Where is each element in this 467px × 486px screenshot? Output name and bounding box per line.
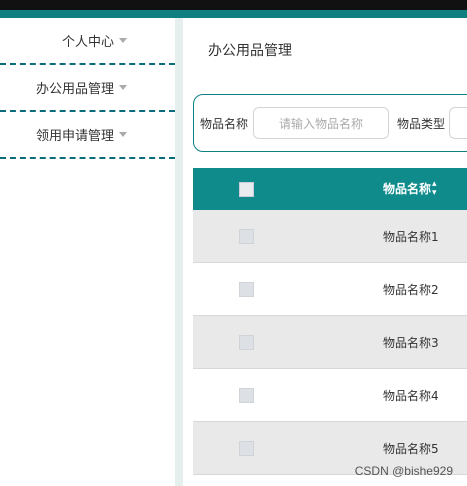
items-table: 物品名称▴ ▾ 物品名称1 物品名称2 物品名称3 物品名称4 物品名称5 xyxy=(193,168,467,475)
column-header-name[interactable]: 物品名称▴ ▾ xyxy=(299,180,467,199)
type-select[interactable] xyxy=(449,107,467,139)
column-header-label: 物品名称 xyxy=(383,181,432,196)
header-checkbox-cell xyxy=(193,181,299,197)
sidebar-item-office-supplies[interactable]: 办公用品管理 xyxy=(0,65,175,112)
item-name-cell: 物品名称5 xyxy=(383,441,439,456)
chevron-down-icon xyxy=(119,132,127,137)
row-checkbox[interactable] xyxy=(238,228,254,244)
sidebar: 个人中心 办公用品管理 领用申请管理 xyxy=(0,18,175,486)
sidebar-divider xyxy=(175,18,183,486)
sidebar-item-personal-center[interactable]: 个人中心 xyxy=(0,18,175,65)
watermark: CSDN @bishe929 xyxy=(354,464,453,478)
item-name-cell: 物品名称2 xyxy=(383,282,439,297)
row-checkbox[interactable] xyxy=(238,387,254,403)
sidebar-item-requisition[interactable]: 领用申请管理 xyxy=(0,112,175,159)
row-checkbox[interactable] xyxy=(238,440,254,456)
name-search-input[interactable]: 请输入物品名称 xyxy=(253,107,390,139)
sidebar-item-label: 办公用品管理 xyxy=(35,82,114,97)
table-row: 物品名称2 xyxy=(193,263,467,316)
item-name-cell: 物品名称3 xyxy=(383,335,439,350)
table-row: 物品名称4 xyxy=(193,369,467,422)
select-all-checkbox[interactable] xyxy=(238,181,254,197)
top-accent-bar xyxy=(0,10,467,18)
item-name-cell: 物品名称4 xyxy=(383,388,439,403)
chevron-down-icon xyxy=(119,85,127,90)
table-row: 物品名称1 xyxy=(193,210,467,263)
table-header: 物品名称▴ ▾ xyxy=(193,168,467,210)
table-row: 物品名称3 xyxy=(193,316,467,369)
top-bar xyxy=(0,0,467,18)
sort-icon[interactable]: ▴ ▾ xyxy=(432,180,437,198)
row-checkbox[interactable] xyxy=(238,281,254,297)
page-title: 办公用品管理 xyxy=(208,43,292,59)
sidebar-item-label: 领用申请管理 xyxy=(35,129,114,144)
type-filter-label: 物品类型 xyxy=(397,116,446,131)
chevron-down-icon xyxy=(119,38,127,43)
sidebar-item-label: 个人中心 xyxy=(61,35,114,50)
row-checkbox[interactable] xyxy=(238,334,254,350)
name-filter-label: 物品名称 xyxy=(200,116,249,131)
item-name-cell: 物品名称1 xyxy=(383,229,439,244)
main-content: 办公用品管理 物品名称 请输入物品名称 物品类型 物品名称▴ ▾ 物品名称1 物品… xyxy=(183,18,467,486)
filter-bar: 物品名称 请输入物品名称 物品类型 xyxy=(193,94,467,152)
